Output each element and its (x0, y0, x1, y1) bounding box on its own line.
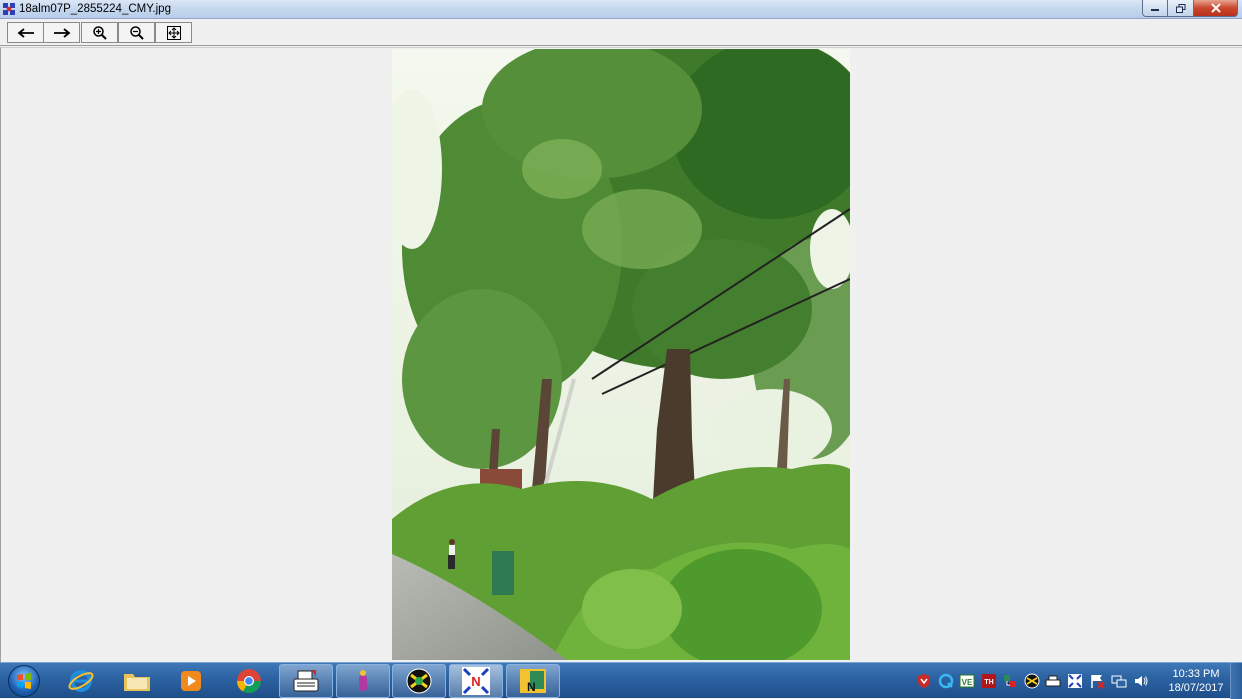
windows-logo-icon (8, 665, 40, 697)
th-app-icon[interactable]: TH (981, 673, 997, 689)
scanner-icon[interactable] (1045, 673, 1061, 689)
next-button[interactable] (43, 22, 80, 43)
taskbar-image-viewer[interactable]: N (449, 664, 503, 698)
clock-time: 10:33 PM (1172, 668, 1220, 680)
zoom-out-icon (129, 25, 144, 40)
restore-icon (1175, 3, 1185, 13)
ve-app-icon[interactable]: VE (959, 673, 975, 689)
svg-text:VE: VE (962, 678, 973, 687)
taskbar-newsroom-app[interactable]: N (506, 664, 560, 698)
title-bar: 18alm07P_2855224_CMY.jpg (0, 0, 1242, 19)
svg-text:N: N (471, 674, 480, 689)
photo-tree[interactable] (392, 49, 850, 660)
taskbar-typewriter-app[interactable] (279, 664, 333, 698)
close-button[interactable] (1194, 0, 1238, 17)
show-desktop-button[interactable] (1230, 663, 1242, 699)
internet-explorer-icon (68, 670, 94, 692)
window-title: 18alm07P_2855224_CMY.jpg (19, 3, 171, 15)
taskbar-file-explorer[interactable] (110, 664, 164, 698)
viewer-tray-icon[interactable] (1067, 673, 1083, 689)
q-app-icon[interactable] (938, 673, 954, 689)
fit-to-window-icon (166, 25, 181, 40)
image-viewer-icon: N (462, 667, 490, 695)
network-app-icon[interactable] (1002, 673, 1018, 689)
close-icon (1210, 3, 1221, 13)
taskbar-internet-explorer[interactable] (54, 664, 108, 698)
svg-text:N: N (527, 680, 536, 694)
minimize-icon (1151, 9, 1159, 11)
zoom-out-button[interactable] (118, 22, 155, 43)
start-button[interactable] (4, 664, 44, 698)
zoom-in-button[interactable] (81, 22, 118, 43)
pen-icon (359, 670, 367, 691)
arrow-left-icon (17, 27, 34, 38)
svg-text:TH: TH (984, 679, 993, 686)
toolbar (0, 19, 1242, 46)
arrow-right-icon (53, 27, 70, 38)
taskbar: N N VE TH 10:33 PM 18/07/2017 (0, 662, 1242, 699)
tree-photo-image (392, 49, 850, 660)
taskbar-chrome[interactable] (222, 664, 276, 698)
taskbar-media-player[interactable] (164, 664, 218, 698)
circle-app-icon (406, 668, 432, 694)
minimize-button[interactable] (1142, 0, 1168, 17)
newsroom-icon: N (520, 669, 546, 694)
previous-button[interactable] (7, 22, 44, 43)
system-tray: VE TH (912, 663, 1158, 699)
chrome-icon (237, 669, 261, 694)
action-center-flag-icon[interactable] (1089, 673, 1105, 689)
restore-button[interactable] (1168, 0, 1194, 17)
app-icon (3, 3, 15, 15)
system-clock[interactable]: 10:33 PM 18/07/2017 (1160, 667, 1232, 695)
volume-icon[interactable] (1133, 673, 1149, 689)
zoom-in-icon (92, 25, 107, 40)
clock-date: 18/07/2017 (1168, 682, 1224, 694)
taskbar-circle-app[interactable] (392, 664, 446, 698)
shield-icon[interactable] (916, 673, 932, 689)
network-icon[interactable] (1111, 673, 1127, 689)
folder-icon (124, 674, 150, 691)
typewriter-icon (293, 670, 319, 692)
media-player-icon (181, 671, 201, 691)
fit-to-window-button[interactable] (155, 22, 192, 43)
globe-app-icon[interactable] (1024, 673, 1040, 689)
window-controls (1142, 0, 1238, 17)
taskbar-pen-app[interactable] (336, 664, 390, 698)
